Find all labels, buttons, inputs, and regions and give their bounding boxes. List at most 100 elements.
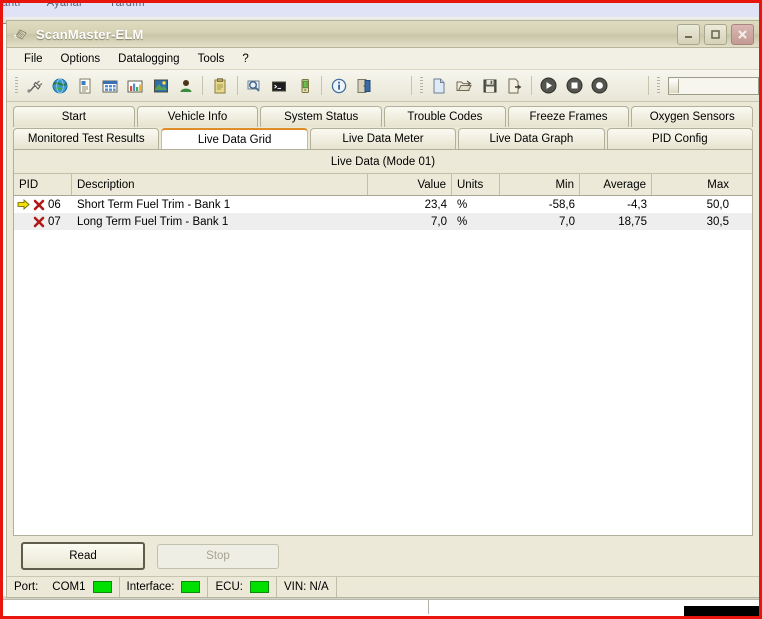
column-header-value[interactable]: Value — [368, 174, 452, 195]
toolbar-grip[interactable] — [15, 76, 18, 95]
tab-pid-config[interactable]: PID Config — [606, 128, 754, 149]
tab-start[interactable]: Start — [13, 106, 135, 127]
tab-monitored-test-results[interactable]: Monitored Test Results — [13, 128, 160, 149]
tab-system-status[interactable]: System Status — [260, 106, 383, 127]
minimize-button[interactable] — [677, 24, 700, 45]
port-status-led — [92, 581, 112, 593]
new-file-button[interactable] — [427, 73, 452, 99]
window-title: ScanMaster-ELM — [36, 26, 144, 42]
menu-options[interactable]: Options — [52, 51, 110, 67]
record-icon — [591, 77, 608, 94]
desktop-root: lantı Ayarlar Yardım ScanMaster-ELM File… — [0, 0, 762, 619]
column-header-pid[interactable]: PID — [14, 174, 72, 195]
stop-record-button[interactable] — [562, 73, 587, 99]
exit-button[interactable] — [351, 73, 376, 99]
row-value: 23,4 — [424, 198, 447, 211]
table-row[interactable]: 06 Short Term Fuel Trim - Bank 1 23,4 % … — [14, 196, 752, 213]
open-folder-icon — [456, 80, 473, 91]
tab-live-data-grid[interactable]: Live Data Grid — [161, 128, 308, 149]
column-header-description[interactable]: Description — [72, 174, 368, 195]
play-icon — [540, 77, 557, 94]
connector-button[interactable] — [22, 73, 47, 99]
search-button[interactable] — [242, 73, 267, 99]
status-interface: Interface: — [120, 577, 209, 597]
progress-slider[interactable] — [667, 76, 759, 95]
row-description: Long Term Fuel Trim - Bank 1 — [77, 215, 229, 228]
tab-oxygen-sensors[interactable]: Oxygen Sensors — [631, 106, 754, 127]
background-black-panel — [684, 606, 759, 616]
info-button[interactable] — [326, 73, 351, 99]
tab-live-data-meter[interactable]: Live Data Meter — [309, 128, 457, 149]
record-button[interactable] — [587, 73, 612, 99]
toolbar-separator-2 — [236, 76, 238, 95]
background-window-divider — [428, 600, 429, 614]
tab-trouble-codes[interactable]: Trouble Codes — [384, 106, 506, 127]
background-window-menu: lantı Ayarlar Yardım — [3, 0, 171, 9]
save-button[interactable] — [477, 73, 502, 99]
table-row[interactable]: 07 Long Term Fuel Trim - Bank 1 7,0 % 7,… — [14, 213, 752, 230]
toolbar-grip-2[interactable] — [419, 76, 423, 95]
menu-tools[interactable]: Tools — [189, 51, 234, 67]
toolbar-grip-3[interactable] — [657, 76, 660, 95]
x-mark-icon[interactable] — [31, 216, 46, 228]
grid-body: 06 Short Term Fuel Trim - Bank 1 23,4 % … — [14, 196, 752, 535]
export-button[interactable] — [502, 73, 527, 99]
play-button[interactable] — [536, 73, 561, 99]
clipboard-button[interactable] — [207, 73, 232, 99]
grid-button[interactable] — [98, 73, 123, 99]
user-icon — [180, 79, 192, 92]
progress-slider-knob[interactable] — [668, 78, 679, 93]
open-folder-button[interactable] — [452, 73, 477, 99]
row-min: 7,0 — [559, 215, 575, 228]
column-header-max[interactable]: Max — [652, 174, 734, 195]
tab-strip: Start Vehicle Info System Status Trouble… — [7, 102, 759, 149]
column-header-units[interactable]: Units — [452, 174, 500, 195]
minimize-icon — [685, 36, 692, 38]
document-button[interactable] — [72, 73, 97, 99]
status-ecu: ECU: — [208, 577, 277, 597]
close-button[interactable] — [731, 24, 754, 45]
globe-button[interactable] — [47, 73, 72, 99]
bar-chart-button[interactable] — [123, 73, 148, 99]
row-min: -58,6 — [548, 198, 575, 211]
tab-vehicle-info[interactable]: Vehicle Info — [136, 106, 259, 127]
globe-icon — [52, 78, 68, 93]
row-pid-value: 06 — [48, 198, 61, 211]
row-value: 7,0 — [431, 215, 447, 228]
maximize-button[interactable] — [704, 24, 727, 45]
column-header-average[interactable]: Average — [580, 174, 652, 195]
menu-file[interactable]: File — [15, 51, 52, 67]
column-header-min[interactable]: Min — [500, 174, 580, 195]
background-window-bottom — [3, 599, 759, 616]
status-bar: Port: COM1 Interface: ECU: VIN: N/A — [7, 576, 759, 597]
status-ecu-label: ECU: — [215, 581, 243, 593]
save-icon — [483, 79, 497, 92]
terminal-button[interactable] — [267, 73, 292, 99]
bar-chart-icon — [127, 80, 143, 92]
x-mark-icon[interactable] — [31, 199, 46, 211]
toolbar-separator-5 — [531, 76, 533, 95]
row-max: 50,0 — [706, 198, 729, 211]
tab-live-data-graph[interactable]: Live Data Graph — [458, 128, 605, 149]
row-average: -4,3 — [627, 198, 647, 211]
scanmaster-window: ScanMaster-ELM File Options Datalogging … — [6, 20, 759, 598]
status-port-value: COM1 — [52, 581, 86, 593]
status-interface-label: Interface: — [126, 581, 175, 593]
image-button[interactable] — [148, 73, 173, 99]
stop-button[interactable]: Stop — [157, 543, 279, 569]
action-button-bar: Read Stop — [7, 536, 759, 576]
background-menu-item-2: Yardım — [108, 0, 145, 9]
device-button[interactable] — [292, 73, 317, 99]
toolbar-separator-6 — [648, 76, 649, 95]
interface-status-led — [181, 581, 201, 593]
menu-help[interactable]: ? — [233, 51, 257, 67]
background-menu-item-1: Ayarlar — [46, 0, 83, 9]
grid-icon — [102, 80, 118, 92]
row-pid-cell: 06 — [14, 196, 72, 213]
document-icon — [79, 78, 91, 93]
menu-datalogging[interactable]: Datalogging — [109, 51, 188, 67]
tab-freeze-frames[interactable]: Freeze Frames — [507, 106, 630, 127]
read-button[interactable]: Read — [21, 542, 145, 570]
current-row-arrow-icon — [16, 199, 31, 210]
user-button[interactable] — [173, 73, 198, 99]
